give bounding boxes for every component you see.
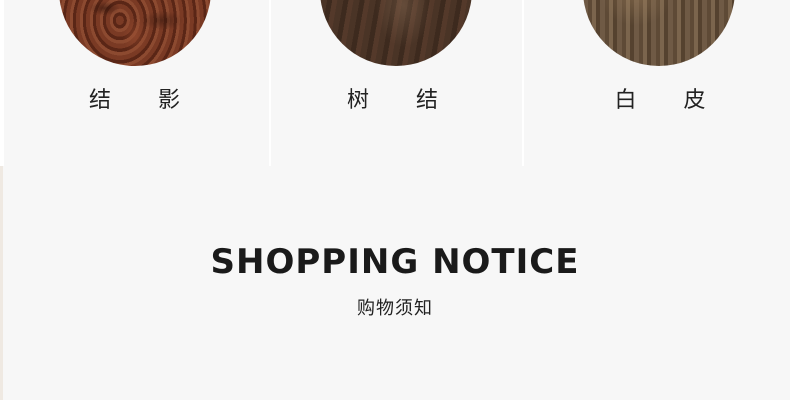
notice-title: SHOPPING NOTICE: [210, 242, 580, 282]
knot-wood-swatch-icon: [320, 0, 472, 66]
swatch-label: 树 结: [347, 88, 458, 113]
swatch-card-burl: 结 影: [4, 0, 269, 166]
swatch-card-sapwood: 白 皮: [524, 0, 790, 166]
page: 结 影 树 结 白 皮 SHOPPING NOTICE 购物须知: [0, 0, 790, 400]
burl-wood-swatch-icon: [59, 0, 211, 66]
swatch-label: 结 影: [89, 88, 200, 113]
notice-subtitle: 购物须知: [357, 298, 433, 319]
swatch-label: 白 皮: [614, 88, 726, 113]
swatch-card-knot: 树 结: [271, 0, 522, 166]
wood-swatch-row: 结 影 树 结 白 皮: [0, 0, 790, 166]
sapwood-swatch-icon: [583, 0, 735, 66]
